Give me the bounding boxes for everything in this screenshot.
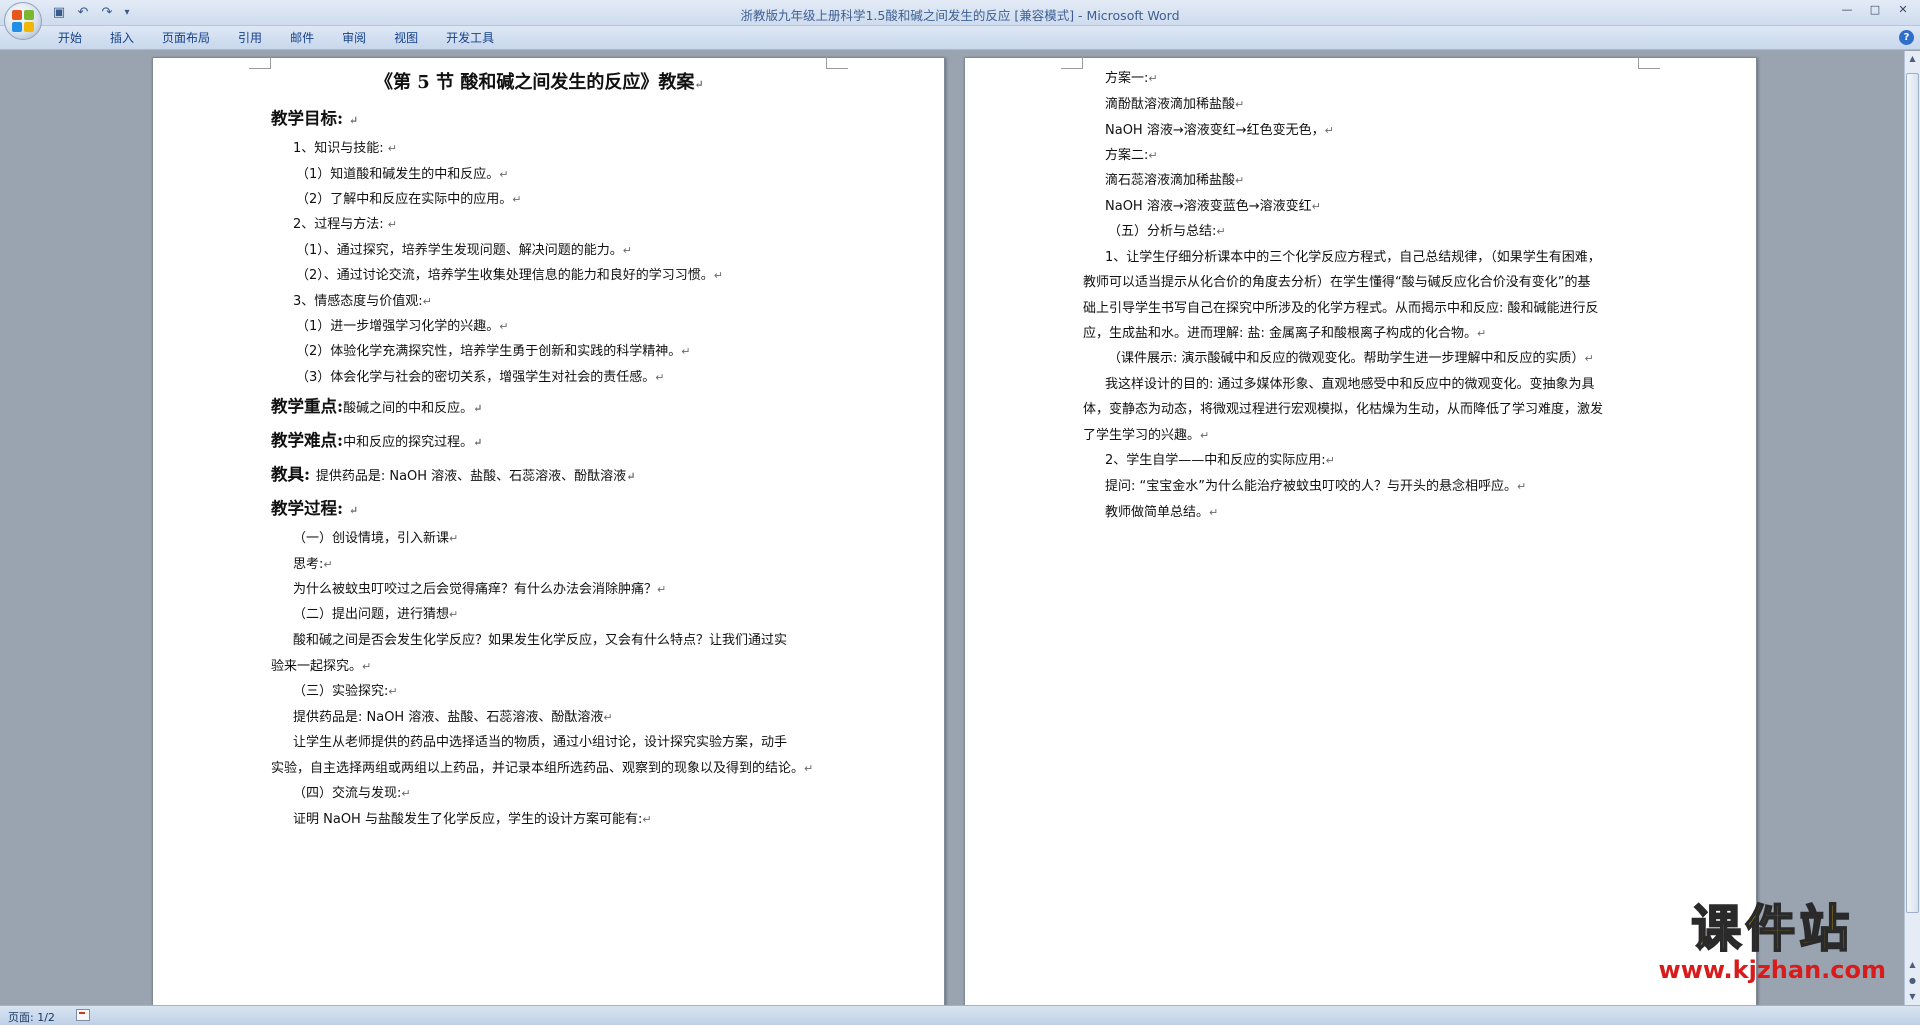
status-bar: 页面: 1/2 <box>0 1005 1920 1025</box>
paragraph: NaOH 溶液→溶液变红→红色变无色，↵ <box>1105 123 1334 138</box>
watermark-text: 课件站 <box>1690 900 1854 958</box>
scrollbar-thumb[interactable] <box>1906 73 1919 913</box>
paragraph: 实验，自主选择两组或两组以上药品，并记录本组所选药品、观察到的现象以及得到的结论… <box>271 761 814 776</box>
watermark-logo: 课件站 www.kjzhan.com <box>1658 900 1886 984</box>
paragraph: 教师可以适当提示从化合价的角度去分析）在学生懂得“酸与碱反应化合价没有变化”的基 <box>1083 275 1591 290</box>
tab-home[interactable]: 开始 <box>44 30 96 46</box>
margin-corner <box>1061 57 1083 69</box>
title-bar: ▣ ↶ ↷ ▾ 浙教版九年级上册科学1.5酸和碱之间发生的反应 [兼容模式] -… <box>0 0 1920 26</box>
paragraph: 思考:↵ <box>293 557 333 572</box>
watermark-url: www.kjzhan.com <box>1658 956 1886 984</box>
paragraph: 教师做简单总结。↵ <box>1105 505 1219 520</box>
paragraph: 验来一起探究。↵ <box>271 659 372 674</box>
vertical-scrollbar[interactable]: ▲ ▲ ● ▼ <box>1904 51 1920 1005</box>
paragraph: 提问: “宝宝金水”为什么能治疗被蚊虫叮咬的人？与开头的悬念相呼应。↵ <box>1105 479 1527 494</box>
tools-heading: 教具: 提供药品是: NaOH 溶液、盐酸、石蕊溶液、酚酞溶液↵ <box>271 465 636 485</box>
ribbon-tabs: 开始 插入 页面布局 引用 邮件 审阅 视图 开发工具 <box>44 30 508 46</box>
browse-object-icon[interactable]: ● <box>1905 973 1920 989</box>
paragraph: 1、让学生仔细分析课本中的三个化学反应方程式，自己总结规律，（如果学生有困难， <box>1105 250 1601 265</box>
document-title: 《第 5 节 酸和碱之间发生的反应》教案↵ <box>375 72 704 93</box>
paragraph: NaOH 溶液→溶液变蓝色→溶液变红↵ <box>1105 199 1321 214</box>
tab-insert[interactable]: 插入 <box>96 30 148 46</box>
tab-developer[interactable]: 开发工具 <box>432 30 508 46</box>
next-page-icon[interactable]: ▼ <box>1905 989 1920 1005</box>
page-indicator[interactable]: 页面: 1/2 <box>8 1009 55 1025</box>
paragraph: 应，生成盐和水。进而理解: 盐: 金属离子和酸根离子构成的化合物。↵ <box>1083 326 1487 341</box>
ribbon: 开始 插入 页面布局 引用 邮件 审阅 视图 开发工具 ? <box>0 26 1920 50</box>
page-2[interactable]: 方案一:↵ 滴酚酞溶液滴加稀盐酸↵ NaOH 溶液→溶液变红→红色变无色，↵ 方… <box>964 57 1757 1005</box>
process-heading: 教学过程: ↵ <box>271 499 359 518</box>
paragraph: （1）知道酸和碱发生的中和反应。↵ <box>296 167 509 182</box>
office-button[interactable] <box>4 2 42 40</box>
margin-corner <box>1638 57 1660 69</box>
paragraph: 2、过程与方法: ↵ <box>293 217 398 232</box>
tab-mailings[interactable]: 邮件 <box>276 30 328 46</box>
difficulty-heading: 教学难点:中和反应的探究过程。↵ <box>271 431 483 451</box>
help-icon[interactable]: ? <box>1899 30 1914 45</box>
paragraph: （2）了解中和反应在实际中的应用。↵ <box>296 192 522 207</box>
paragraph: （课件展示: 演示酸碱中和反应的微观变化。帮助学生进一步理解中和反应的实质）↵ <box>1108 351 1594 366</box>
previous-page-icon[interactable]: ▲ <box>1905 957 1920 973</box>
paragraph: 3、情感态度与价值观:↵ <box>293 294 432 309</box>
paragraph: （1）进一步增强学习化学的兴趣。↵ <box>296 319 509 334</box>
scroll-up-icon[interactable]: ▲ <box>1905 51 1920 67</box>
paragraph: （二）提出问题，进行猜想↵ <box>293 607 459 622</box>
paragraph: 1、知识与技能: ↵ <box>293 141 398 156</box>
paragraph: 为什么被蚊虫叮咬过之后会觉得痛痒？有什么办法会消除肿痛？↵ <box>293 582 667 597</box>
paragraph: 酸和碱之间是否会发生化学反应？如果发生化学反应，又会有什么特点？让我们通过实 <box>293 633 788 648</box>
paragraph: 方案一:↵ <box>1105 71 1158 86</box>
office-logo-icon <box>12 10 34 32</box>
margin-corner <box>249 57 271 69</box>
paragraph: 滴酚酞溶液滴加稀盐酸↵ <box>1105 97 1245 112</box>
minimize-icon[interactable]: — <box>1834 1 1860 18</box>
paragraph: （2）、通过讨论交流，培养学生收集处理信息的能力和良好的学习习惯。↵ <box>296 268 723 283</box>
maximize-icon[interactable]: □ <box>1862 1 1888 18</box>
page-1[interactable]: 《第 5 节 酸和碱之间发生的反应》教案↵ 教学目标: ↵ 1、知识与技能: ↵… <box>152 57 945 1005</box>
paragraph: （3）体会化学与社会的密切关系，增强学生对社会的责任感。↵ <box>296 370 665 385</box>
paragraph: （2）体验化学充满探究性，培养学生勇于创新和实践的科学精神。↵ <box>296 344 691 359</box>
paragraph: 2、学生自学——中和反应的实际应用:↵ <box>1105 453 1335 468</box>
paragraph: 我这样设计的目的: 通过多媒体形象、直观地感受中和反应中的微观变化。变抽象为具 <box>1105 377 1595 392</box>
paragraph: 滴石蕊溶液滴加稀盐酸↵ <box>1105 173 1245 188</box>
key-point-heading: 教学重点:酸碱之间的中和反应。↵ <box>271 397 483 417</box>
tab-review[interactable]: 审阅 <box>328 30 380 46</box>
tab-page-layout[interactable]: 页面布局 <box>148 30 224 46</box>
paragraph: （一）创设情境，引入新课↵ <box>293 531 459 546</box>
tab-view[interactable]: 视图 <box>380 30 432 46</box>
paragraph: （五）分析与总结:↵ <box>1108 224 1226 239</box>
paragraph: 提供药品是: NaOH 溶液、盐酸、石蕊溶液、酚酞溶液↵ <box>293 710 613 725</box>
proofing-icon[interactable] <box>76 1009 90 1021</box>
paragraph: 了学生学习的兴趣。↵ <box>1083 428 1210 443</box>
objectives-heading: 教学目标: ↵ <box>271 109 359 128</box>
paragraph: 让学生从老师提供的药品中选择适当的物质，通过小组讨论，设计探究实验方案，动手 <box>293 735 788 750</box>
paragraph: （三）实验探究:↵ <box>293 684 398 699</box>
tab-references[interactable]: 引用 <box>224 30 276 46</box>
window-controls: — □ ✕ <box>1834 1 1916 18</box>
paragraph: 方案二:↵ <box>1105 148 1158 163</box>
window-title: 浙教版九年级上册科学1.5酸和碱之间发生的反应 [兼容模式] - Microso… <box>740 8 1180 23</box>
paragraph: （1）、通过探究，培养学生发现问题、解决问题的能力。↵ <box>296 243 632 258</box>
close-icon[interactable]: ✕ <box>1890 1 1916 18</box>
paragraph: 体，变静态为动态，将微观过程进行宏观模拟，化枯燥为生动，从而降低了学习难度，激发 <box>1083 402 1604 417</box>
paragraph: 证明 NaOH 与盐酸发生了化学反应，学生的设计方案可能有:↵ <box>293 812 652 827</box>
margin-corner <box>826 57 848 69</box>
paragraph: （四）交流与发现:↵ <box>293 786 411 801</box>
document-area[interactable]: 《第 5 节 酸和碱之间发生的反应》教案↵ 教学目标: ↵ 1、知识与技能: ↵… <box>0 51 1904 1005</box>
paragraph: 础上引导学生书写自己在探究中所涉及的化学方程式。从而揭示中和反应: 酸和碱能进行… <box>1083 301 1599 316</box>
